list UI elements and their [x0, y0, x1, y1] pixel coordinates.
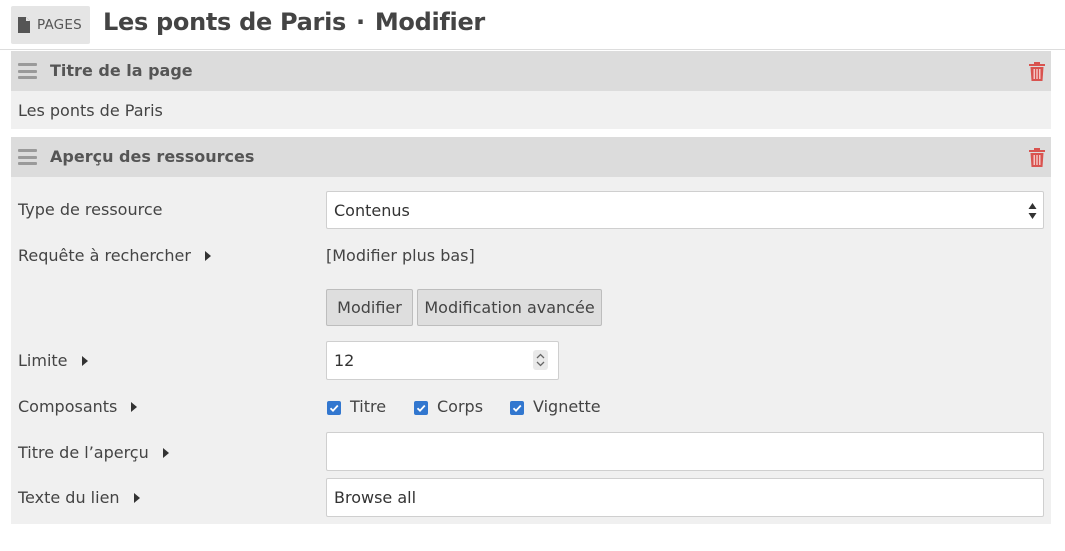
link-text-value: Browse all	[334, 488, 417, 507]
trash-icon[interactable]	[1029, 148, 1045, 167]
drag-handle-icon[interactable]	[18, 63, 37, 79]
query-value: [Modifier plus bas]	[326, 246, 475, 265]
page-title-value: Les ponts de Paris	[18, 101, 163, 120]
block-title: Aperçu des ressources	[50, 147, 255, 166]
query-label[interactable]: Requête à rechercher	[18, 246, 211, 265]
drag-handle-icon[interactable]	[18, 149, 37, 165]
caret-right-icon[interactable]	[204, 250, 211, 261]
trash-icon[interactable]	[1029, 62, 1045, 81]
check-icon	[416, 404, 426, 412]
block-header-resource-preview: Aperçu des ressources	[11, 137, 1051, 177]
page-icon	[18, 17, 30, 33]
checkbox-thumbnail[interactable]	[510, 401, 524, 415]
page-header: PAGES Les ponts de Paris · Modifier	[0, 0, 1065, 50]
stepper-arrows-icon	[536, 353, 545, 367]
preview-title-input[interactable]	[326, 432, 1044, 471]
resource-type-select[interactable]: Contenus	[326, 191, 1044, 229]
title-separator: ·	[355, 8, 365, 36]
limit-value: 12	[334, 351, 355, 370]
page-mode: Modifier	[374, 8, 485, 36]
link-text-input[interactable]: Browse all	[326, 478, 1044, 517]
checkbox-title-label: Titre	[350, 397, 387, 416]
resource-type-label: Type de ressource	[18, 200, 163, 219]
caret-right-icon[interactable]	[81, 355, 88, 366]
page-title-text: Les ponts de Paris	[103, 8, 346, 36]
check-icon	[329, 404, 339, 412]
limit-input[interactable]: 12	[326, 341, 559, 380]
components-label[interactable]: Composants	[18, 397, 138, 416]
preview-title-label[interactable]: Titre de l’aperçu	[18, 443, 169, 462]
checkbox-title[interactable]	[327, 401, 341, 415]
number-stepper[interactable]	[533, 350, 548, 370]
caret-right-icon[interactable]	[131, 401, 138, 412]
checkbox-body-label: Corps	[437, 397, 484, 416]
advanced-edit-button[interactable]: Modification avancée	[417, 289, 602, 326]
caret-right-icon[interactable]	[162, 447, 169, 458]
caret-right-icon[interactable]	[133, 492, 140, 503]
edit-query-button[interactable]: Modifier	[326, 289, 413, 326]
resource-type-value: Contenus	[334, 200, 410, 220]
pages-button[interactable]: PAGES	[11, 6, 90, 44]
block-title: Titre de la page	[50, 61, 193, 80]
block-body-page-title: Les ponts de Paris	[11, 91, 1051, 129]
check-icon	[512, 404, 522, 412]
limit-label[interactable]: Limite	[18, 351, 88, 370]
page-title: Les ponts de Paris · Modifier	[103, 8, 485, 36]
select-arrows-icon	[1028, 203, 1037, 219]
link-text-label[interactable]: Texte du lien	[18, 488, 140, 507]
checkbox-thumbnail-label: Vignette	[533, 397, 601, 416]
checkbox-body[interactable]	[414, 401, 428, 415]
block-header-page-title: Titre de la page	[11, 51, 1051, 91]
pages-label: PAGES	[37, 17, 82, 33]
